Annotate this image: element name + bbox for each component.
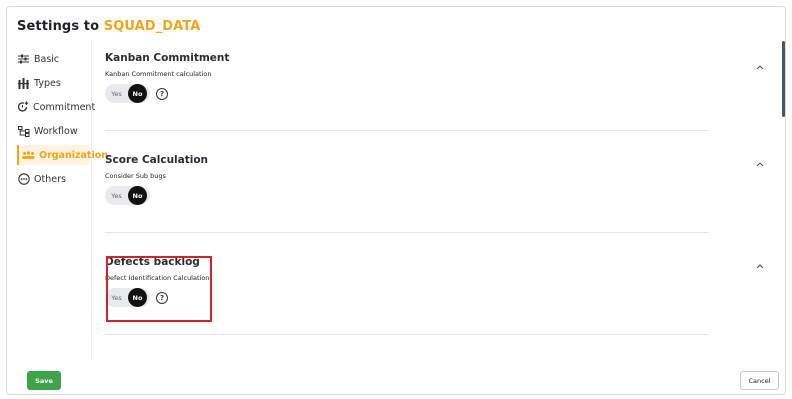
sidebar-item-label: Others: [34, 173, 66, 185]
sidebar-item-label: Organization: [39, 149, 109, 161]
scrollbar-thumb[interactable]: [782, 41, 785, 117]
section-kanban-commitment: Kanban Commitment Kanban Commitment calc…: [105, 52, 709, 131]
collapse-chevron-icon[interactable]: [755, 160, 765, 168]
sidebar-item-types[interactable]: Types: [17, 71, 89, 95]
sliders-icon: [17, 53, 30, 66]
more-icon: [17, 173, 30, 186]
sidebar-item-label: Workflow: [34, 125, 78, 137]
section-title: Score Calculation: [105, 154, 209, 166]
yes-no-toggle[interactable]: Yes No: [105, 186, 150, 205]
workflow-icon: [17, 125, 30, 138]
sidebar: Basic Types Commitment Workflow Organiza…: [17, 47, 108, 191]
page-title: Settings to SQUAD_DATA: [17, 19, 200, 34]
toggle-row: Yes No: [105, 186, 709, 205]
section-score-calculation: Score Calculation Consider Sub bugs Yes …: [105, 154, 709, 233]
toggle-row: Yes No ?: [105, 84, 709, 103]
section-subtitle: Kanban Commitment calculation: [105, 70, 212, 78]
toggle-yes-option[interactable]: Yes: [105, 192, 128, 200]
sidebar-item-workflow[interactable]: Workflow: [17, 119, 89, 143]
collapse-chevron-icon[interactable]: [755, 262, 765, 270]
types-icon: [17, 77, 30, 90]
settings-dialog: Settings to SQUAD_DATA Basic Types Commi…: [6, 6, 786, 395]
section-subtitle: Consider Sub bugs: [105, 172, 166, 180]
sidebar-item-label: Commitment: [33, 101, 96, 113]
toggle-no-option[interactable]: No: [128, 186, 147, 205]
title-prefix: Settings to: [17, 19, 104, 34]
sidebar-item-label: Basic: [34, 53, 60, 65]
save-button[interactable]: Save: [27, 371, 61, 390]
sidebar-item-label: Types: [34, 77, 61, 89]
toggle-yes-option[interactable]: Yes: [105, 90, 128, 98]
commitment-icon: [17, 101, 29, 114]
sidebar-item-commitment[interactable]: Commitment: [17, 95, 95, 119]
sidebar-item-basic[interactable]: Basic: [17, 47, 89, 71]
sidebar-divider: [91, 41, 92, 359]
sidebar-item-organization[interactable]: Organization: [17, 145, 108, 165]
help-icon[interactable]: ?: [156, 87, 168, 100]
collapse-chevron-icon[interactable]: [755, 63, 765, 71]
project-name: SQUAD_DATA: [103, 19, 201, 34]
toggle-no-option[interactable]: No: [128, 84, 147, 103]
cancel-button[interactable]: Cancel: [740, 371, 779, 390]
organization-icon: [22, 149, 35, 162]
sidebar-item-others[interactable]: Others: [17, 167, 89, 191]
yes-no-toggle[interactable]: Yes No: [105, 84, 150, 103]
highlight-box: [106, 256, 212, 322]
section-title: Kanban Commitment: [105, 52, 230, 64]
